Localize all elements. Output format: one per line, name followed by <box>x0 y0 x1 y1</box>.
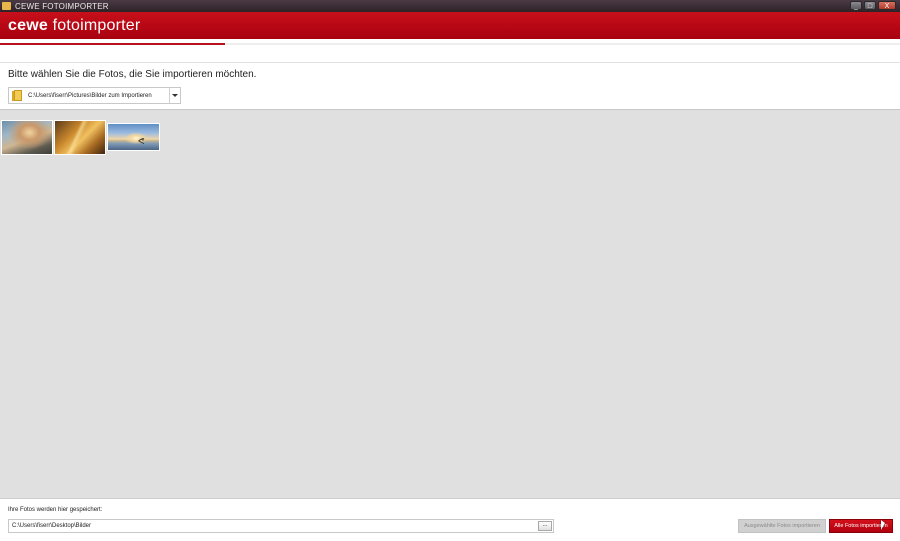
minimize-button[interactable]: _ <box>850 1 862 10</box>
divider <box>0 498 900 499</box>
photo-thumbnail[interactable]: ᕙ <box>107 123 160 151</box>
app-icon <box>2 2 11 10</box>
import-progress-fill <box>0 43 225 45</box>
destination-path-value: C:\Users\fiserr\Desktop\Bilder <box>12 523 92 529</box>
destination-label: Ihre Fotos werden hier gespeichert: <box>8 507 103 513</box>
chevron-down-icon <box>172 94 178 97</box>
gull-icon: ᕙ <box>138 136 145 146</box>
mouse-cursor-icon <box>881 520 885 530</box>
browse-button[interactable]: ... <box>538 521 552 531</box>
import-selected-button[interactable]: Ausgewählte Fotos importieren <box>738 519 826 533</box>
folder-icon <box>12 90 22 101</box>
photo-grid[interactable]: ᕙ <box>0 109 900 498</box>
divider <box>0 62 900 63</box>
destination-path-field[interactable]: C:\Users\fiserr\Desktop\Bilder ... <box>8 519 554 533</box>
source-folder-path: C:\Users\fiserr\Pictures\Bilder zum Impo… <box>28 92 152 99</box>
select-photos-prompt: Bitte wählen Sie die Fotos, die Sie impo… <box>8 69 257 80</box>
brand-header: cewe fotoimporter <box>0 12 900 39</box>
import-progress-track <box>0 43 900 45</box>
maximize-button[interactable]: □ <box>864 1 876 10</box>
close-button[interactable]: X <box>878 1 896 10</box>
photo-thumbnail[interactable] <box>54 120 106 155</box>
brand-logo-light: fotoimporter <box>52 16 141 34</box>
photo-thumbnail[interactable] <box>1 120 53 155</box>
dropdown-button[interactable] <box>169 88 180 103</box>
source-folder-select[interactable]: C:\Users\fiserr\Pictures\Bilder zum Impo… <box>8 87 181 104</box>
window-controls: _ □ X <box>850 1 896 10</box>
window-title: CEWE FOTOIMPORTER <box>15 1 109 11</box>
title-bar: CEWE FOTOIMPORTER _ □ X <box>0 0 900 12</box>
brand-logo: cewe fotoimporter <box>8 17 140 35</box>
brand-logo-bold: cewe <box>8 16 48 34</box>
